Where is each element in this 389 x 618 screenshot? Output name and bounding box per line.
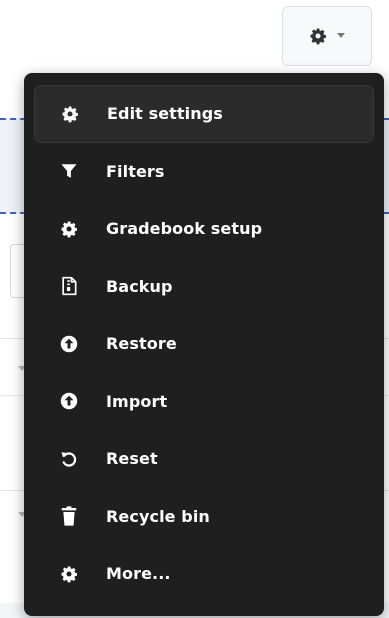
menu-item-label: Filters: [106, 161, 165, 181]
menu-item-label: Import: [106, 391, 168, 411]
filter-icon: [58, 160, 80, 182]
gear-icon: [58, 218, 80, 240]
menu-item-filters[interactable]: Filters: [34, 143, 374, 201]
gear-icon: [309, 27, 327, 45]
gear-icon: [58, 563, 80, 585]
upload-circle-icon: [58, 390, 80, 412]
course-actions-menu: Edit settings Filters Gradebook setup Ba…: [24, 73, 384, 616]
menu-item-label: Backup: [106, 276, 173, 296]
upload-circle-icon: [58, 333, 80, 355]
menu-item-label: Recycle bin: [106, 506, 210, 526]
menu-item-backup[interactable]: Backup: [34, 258, 374, 316]
course-actions-button[interactable]: [282, 6, 372, 66]
course-page: Edit settings Filters Gradebook setup Ba…: [0, 0, 389, 618]
trash-icon: [58, 505, 80, 527]
menu-item-import[interactable]: Import: [34, 373, 374, 431]
menu-item-label: Edit settings: [107, 104, 223, 124]
menu-item-gradebook-setup[interactable]: Gradebook setup: [34, 200, 374, 258]
menu-item-reset[interactable]: Reset: [34, 430, 374, 488]
menu-item-label: Restore: [106, 334, 177, 354]
reset-icon: [58, 448, 80, 470]
menu-item-more[interactable]: More...: [34, 545, 374, 603]
menu-item-label: More...: [106, 564, 171, 584]
file-archive-icon: [58, 275, 80, 297]
menu-item-restore[interactable]: Restore: [34, 315, 374, 373]
chevron-down-icon: [337, 33, 345, 39]
menu-item-label: Reset: [106, 449, 158, 469]
menu-item-label: Gradebook setup: [106, 219, 263, 239]
menu-item-edit-settings[interactable]: Edit settings: [34, 85, 374, 143]
gear-icon: [59, 103, 81, 125]
menu-item-recycle-bin[interactable]: Recycle bin: [34, 488, 374, 546]
